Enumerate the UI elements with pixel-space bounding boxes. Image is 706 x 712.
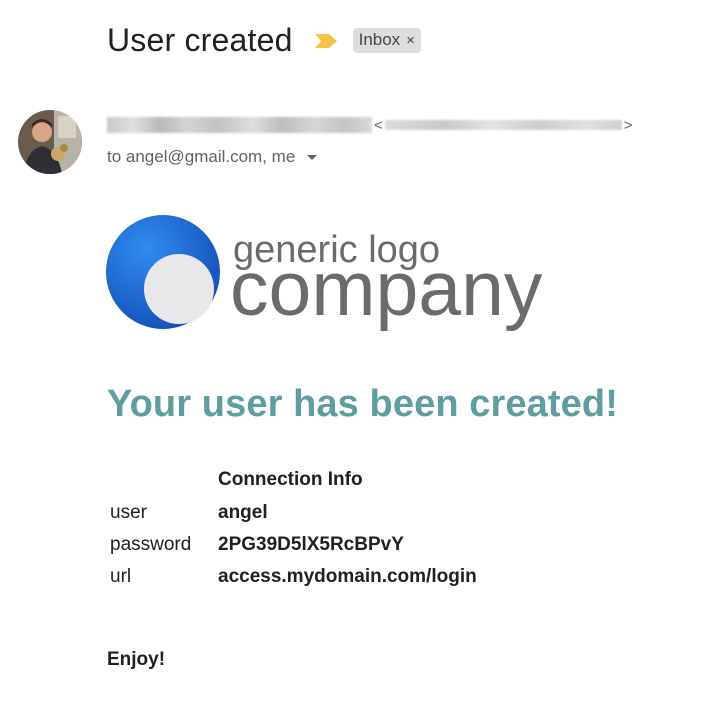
email-subject: User created [107, 22, 293, 58]
importance-marker-icon[interactable] [313, 32, 339, 50]
info-value: angel [218, 502, 268, 523]
company-logo: generic logo company [106, 215, 543, 332]
info-key: password [110, 534, 192, 555]
info-value: 2PG39D5lX5RcBPvY [218, 534, 404, 555]
subject-row: User created Inbox × [107, 22, 421, 59]
sender-email-redacted [384, 120, 622, 130]
inbox-label-chip[interactable]: Inbox × [352, 28, 421, 53]
info-key: user [110, 502, 147, 523]
recipients-line: to angel@gmail.com, me [107, 147, 318, 167]
info-key: url [110, 566, 132, 587]
headline: Your user has been created! [107, 383, 618, 425]
info-value[interactable]: access.mydomain.com/login [218, 566, 477, 588]
sender-line[interactable]: < > [107, 116, 635, 134]
logo-text-line2: company [230, 246, 543, 332]
sender-name-redacted [107, 117, 372, 133]
sender-bracket-open: < [374, 116, 383, 134]
avatar[interactable] [18, 110, 82, 174]
inbox-label-text: Inbox [358, 30, 401, 49]
close-icon[interactable]: × [406, 32, 415, 49]
closing-text: Enjoy! [107, 649, 166, 670]
avatar-photo [18, 110, 82, 174]
recipients-text: to angel@gmail.com, me [107, 147, 296, 166]
connection-info-heading: Connection Info [218, 469, 363, 490]
sender-bracket-close: > [623, 116, 633, 134]
chevron-down-icon[interactable] [307, 154, 318, 160]
